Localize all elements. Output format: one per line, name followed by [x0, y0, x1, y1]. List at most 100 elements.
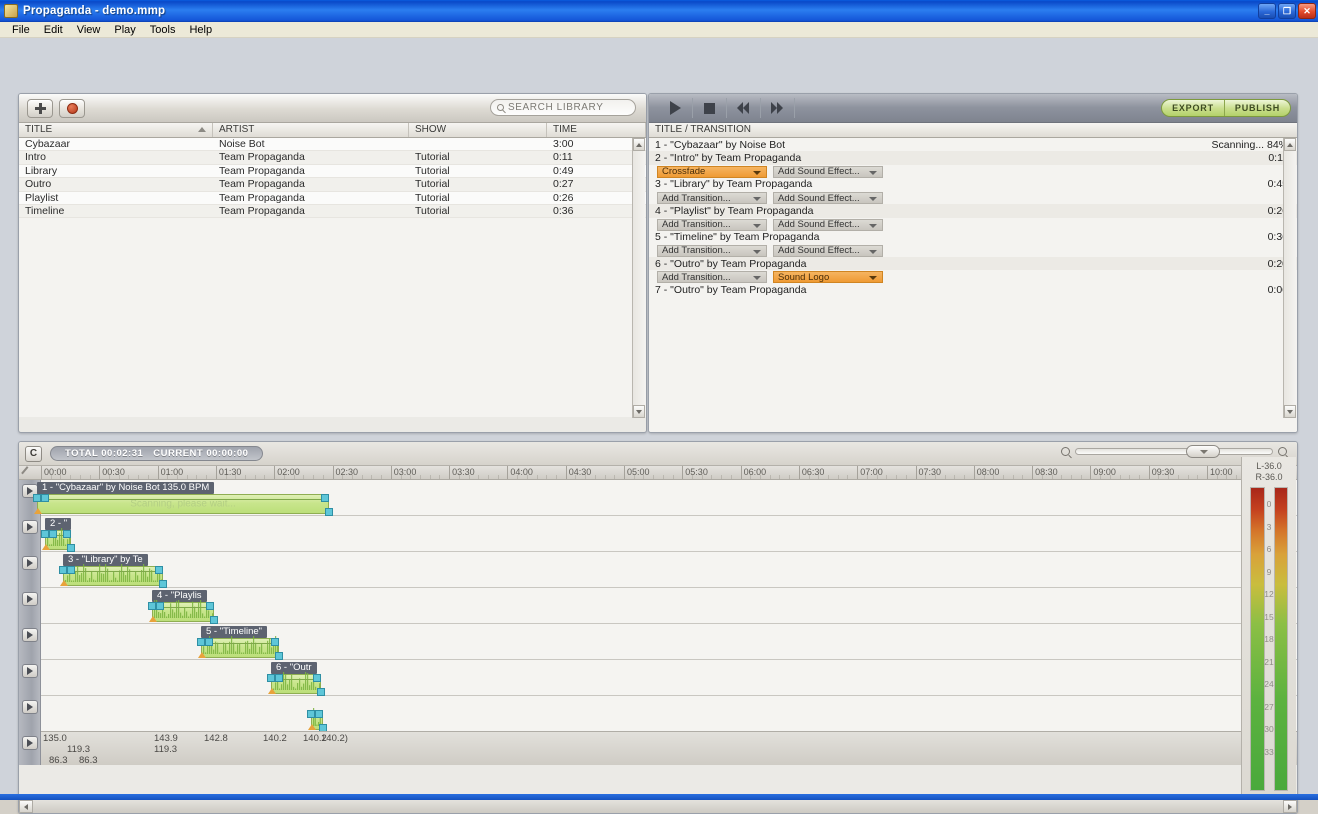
- playlist-row[interactable]: 1 - "Cybazaar" by Noise Bot Scanning... 8…: [649, 138, 1297, 151]
- sound-effect-dropdown[interactable]: Add Sound Effect...: [773, 165, 883, 178]
- column-header-show[interactable]: SHOW: [409, 123, 547, 137]
- playlist-scrollbar[interactable]: [1283, 138, 1296, 418]
- next-button[interactable]: [761, 98, 795, 118]
- stop-button[interactable]: [693, 98, 727, 118]
- clip-handle[interactable]: [148, 602, 156, 610]
- crop-mode-button[interactable]: C: [25, 445, 42, 462]
- clip-handle[interactable]: [49, 530, 57, 538]
- clip-handle[interactable]: [317, 688, 325, 696]
- clip-label[interactable]: 1 - "Cybazaar" by Noise Bot 135.0 BPM: [37, 482, 215, 494]
- clip-handle[interactable]: [307, 710, 315, 718]
- clip-handle[interactable]: [325, 508, 333, 516]
- clip-anchor-icon[interactable]: [268, 688, 276, 694]
- transition-dropdown[interactable]: Crossfade: [657, 165, 767, 178]
- publish-button[interactable]: PUBLISH: [1225, 100, 1290, 116]
- zoom-slider[interactable]: [1075, 445, 1273, 458]
- clip-handle[interactable]: [155, 566, 163, 574]
- zoom-out-icon[interactable]: [1061, 447, 1070, 456]
- previous-button[interactable]: [727, 98, 761, 118]
- menu-help[interactable]: Help: [182, 23, 219, 37]
- transition-dropdown[interactable]: Add Transition...: [657, 244, 767, 257]
- clip-handle[interactable]: [205, 638, 213, 646]
- scroll-right-button[interactable]: [1283, 800, 1297, 813]
- clip-anchor-icon[interactable]: [198, 652, 206, 658]
- clip-handle[interactable]: [41, 494, 49, 502]
- table-row[interactable]: Library Team Propaganda Tutorial 0:49: [19, 164, 646, 179]
- column-header-time[interactable]: TIME: [547, 123, 646, 137]
- table-row[interactable]: Outro Team Propaganda Tutorial 0:27: [19, 178, 646, 192]
- volume-envelope[interactable]: [64, 571, 162, 572]
- volume-envelope[interactable]: [202, 643, 278, 644]
- zoom-slider-handle[interactable]: [1185, 445, 1220, 458]
- maximize-button[interactable]: ❐: [1278, 3, 1296, 19]
- clip-handle[interactable]: [267, 674, 275, 682]
- track-play-button[interactable]: [22, 556, 38, 570]
- table-row[interactable]: Playlist Team Propaganda Tutorial 0:26: [19, 191, 646, 205]
- clip-handle[interactable]: [67, 544, 75, 552]
- clip-handle[interactable]: [67, 566, 75, 574]
- menu-view[interactable]: View: [70, 23, 108, 37]
- playlist-row[interactable]: 6 - "Outro" by Team Propaganda 0:20: [649, 256, 1297, 271]
- clip-handle[interactable]: [275, 652, 283, 660]
- timeline-ruler[interactable]: 00:00 00:30 01:00 01:30 02:00 02:30 03:00 03:30…: [19, 466, 1297, 480]
- record-button[interactable]: [59, 98, 85, 118]
- clip-handle[interactable]: [206, 602, 214, 610]
- scroll-up-button[interactable]: [1284, 138, 1296, 151]
- track-row[interactable]: [41, 516, 1297, 552]
- menu-play[interactable]: Play: [107, 23, 142, 37]
- audio-clip[interactable]: Scanning, please wait...: [37, 494, 329, 514]
- clip-handle[interactable]: [315, 710, 323, 718]
- clip-anchor-icon[interactable]: [60, 580, 68, 586]
- sound-effect-dropdown[interactable]: Add Sound Effect...: [773, 218, 883, 231]
- audio-clip[interactable]: [63, 564, 163, 586]
- scroll-down-button[interactable]: [633, 405, 645, 418]
- zoom-in-icon[interactable]: [1278, 447, 1287, 456]
- track-row[interactable]: [41, 696, 1297, 732]
- clip-handle[interactable]: [63, 530, 71, 538]
- clip-handle[interactable]: [156, 602, 164, 610]
- add-track-button[interactable]: [27, 98, 53, 118]
- table-row[interactable]: Cybazaar Noise Bot 3:00: [19, 138, 646, 152]
- play-button[interactable]: [659, 98, 693, 118]
- table-row[interactable]: Timeline Team Propaganda Tutorial 0:36: [19, 204, 646, 219]
- clip-anchor-icon[interactable]: [42, 544, 50, 550]
- playlist-row[interactable]: 5 - "Timeline" by Team Propaganda 0:36: [649, 231, 1297, 244]
- clip-handle[interactable]: [321, 494, 329, 502]
- column-header-artist[interactable]: ARTIST: [213, 123, 409, 137]
- library-scrollbar[interactable]: [632, 138, 645, 418]
- clip-handle[interactable]: [197, 638, 205, 646]
- track-row[interactable]: [41, 588, 1297, 624]
- scroll-down-button[interactable]: [1284, 405, 1296, 418]
- track-play-button[interactable]: [22, 700, 38, 714]
- transition-dropdown[interactable]: Add Transition...: [657, 218, 767, 231]
- minimize-button[interactable]: _: [1258, 3, 1276, 19]
- pencil-icon[interactable]: [21, 466, 34, 479]
- sound-effect-dropdown[interactable]: Add Sound Effect...: [773, 192, 883, 205]
- export-button[interactable]: EXPORT: [1162, 100, 1224, 116]
- track-play-button[interactable]: [22, 628, 38, 642]
- table-row[interactable]: Intro Team Propaganda Tutorial 0:11: [19, 151, 646, 165]
- transition-dropdown[interactable]: Add Transition...: [657, 192, 767, 205]
- scroll-left-button[interactable]: [19, 800, 33, 813]
- playlist-row[interactable]: 4 - "Playlist" by Team Propaganda 0:26: [649, 204, 1297, 218]
- clip-anchor-icon[interactable]: [149, 616, 157, 622]
- clip-anchor-icon[interactable]: [308, 724, 316, 730]
- clip-handle[interactable]: [33, 494, 41, 502]
- clip-handle[interactable]: [159, 580, 167, 588]
- track-row[interactable]: [41, 552, 1297, 588]
- close-button[interactable]: ✕: [1298, 3, 1316, 19]
- volume-envelope[interactable]: [38, 499, 328, 500]
- clip-handle[interactable]: [210, 616, 218, 624]
- menu-file[interactable]: File: [5, 23, 37, 37]
- track-play-button[interactable]: [22, 520, 38, 534]
- track-play-button[interactable]: [22, 592, 38, 606]
- column-header-title[interactable]: TITLE: [19, 123, 213, 137]
- track-play-button[interactable]: [22, 736, 38, 750]
- sound-effect-dropdown[interactable]: Sound Logo: [773, 271, 883, 284]
- search-input[interactable]: SEARCH LIBRARY: [490, 99, 636, 116]
- clip-anchor-icon[interactable]: [34, 508, 42, 514]
- timeline-horizontal-scrollbar[interactable]: [19, 799, 1297, 813]
- playlist-row[interactable]: 3 - "Library" by Team Propaganda 0:45: [649, 178, 1297, 191]
- playlist-row[interactable]: 2 - "Intro" by Team Propaganda 0:11: [649, 151, 1297, 165]
- clip-handle[interactable]: [275, 674, 283, 682]
